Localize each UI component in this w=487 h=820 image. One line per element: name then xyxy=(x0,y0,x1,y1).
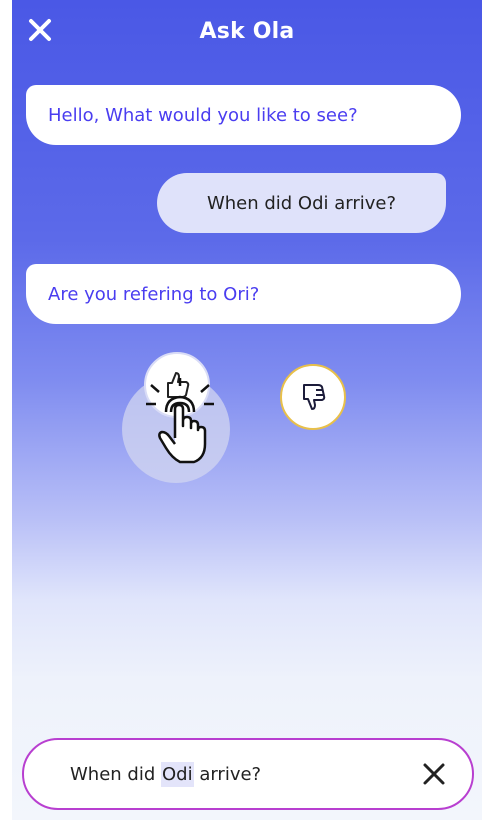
chat-input-bar[interactable]: When did Odi arrive? xyxy=(22,738,474,810)
message-text: When did Odi arrive? xyxy=(206,192,397,214)
thumbs-down-icon xyxy=(303,384,326,410)
thumbs-down-button[interactable] xyxy=(280,364,346,430)
close-icon[interactable] xyxy=(422,762,446,786)
highlighted-word: Odi xyxy=(160,761,194,787)
assistant-message: Are you refering to Ori? xyxy=(26,264,461,324)
header: Ask Ola xyxy=(12,0,482,62)
chat-input-text[interactable]: When did Odi arrive? xyxy=(70,761,261,787)
assistant-message: Hello, What would you like to see? xyxy=(26,85,461,145)
tap-hand-icon xyxy=(146,378,214,464)
user-message: When did Odi arrive? xyxy=(157,173,446,233)
message-text: Hello, What would you like to see? xyxy=(48,104,358,126)
page-title: Ask Ola xyxy=(199,18,295,44)
chat-screen: Ask Ola Hello, What would you like to se… xyxy=(12,0,482,820)
close-icon[interactable] xyxy=(26,16,54,44)
message-text: Are you refering to Ori? xyxy=(48,283,260,305)
